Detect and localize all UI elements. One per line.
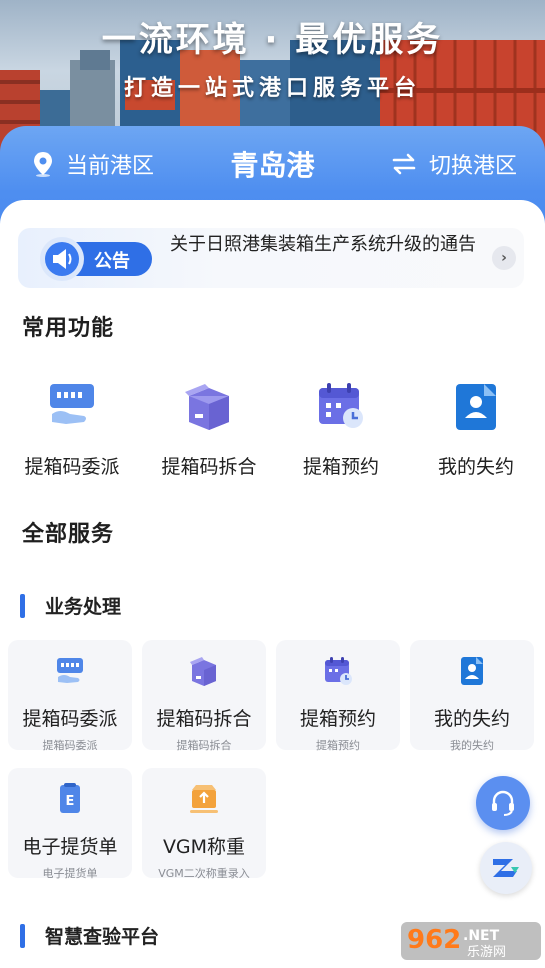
site-watermark: 962 .NET 乐游网	[401, 922, 541, 960]
assistant-logo-icon	[493, 859, 519, 877]
section-accent-bar	[20, 593, 25, 618]
watermark-net: .NET	[463, 928, 500, 944]
customer-service-button[interactable]	[476, 776, 530, 830]
service-card-label: 我的失约	[433, 708, 510, 730]
service-card-sublabel: 电子提货单	[42, 867, 98, 880]
package-upload-icon	[190, 785, 218, 813]
chevron-right-icon[interactable]: ›	[492, 246, 516, 270]
service-card-sublabel: 提箱码拆合	[176, 739, 232, 752]
ticket-icon	[57, 658, 83, 683]
inspection-section-title: 智慧查验平台	[45, 926, 160, 948]
service-card-sublabel: 我的失约	[450, 739, 494, 752]
user-doc-icon	[456, 384, 496, 430]
common-functions-title: 常用功能	[22, 316, 115, 341]
switch-port-button[interactable]: 切换港区	[391, 148, 517, 180]
service-card-sublabel: VGM二次称重录入	[158, 867, 250, 880]
section-accent-bar	[20, 923, 25, 948]
common-item-pickup-reservation[interactable]: 提箱预约	[273, 378, 409, 479]
service-card-vgm-weighing[interactable]: VGM称重 VGM二次称重录入	[142, 768, 266, 880]
notice-bar[interactable]: 公告 关于日照港集装箱生产系统升级的通告 ›	[18, 228, 524, 288]
calendar-icon	[325, 657, 352, 685]
calendar-icon	[319, 383, 363, 428]
banner-subtitle: 打造一站式港口服务平台	[123, 76, 421, 101]
common-item-label: 提箱预约	[302, 456, 379, 478]
ticket-icon	[50, 384, 94, 424]
service-card-sublabel: 提箱预约	[316, 739, 360, 752]
service-card-label: 提箱码委派	[22, 708, 118, 730]
e-document-icon: E	[60, 783, 80, 813]
service-card-pickup-code-split[interactable]: 提箱码拆合 提箱码拆合	[142, 640, 266, 752]
business-section-header: 业务处理	[20, 592, 121, 619]
location-pin-icon	[34, 152, 52, 177]
notice-text: 关于日照港集装箱生产系统升级的通告	[170, 234, 476, 255]
service-card-label: 提箱码拆合	[156, 708, 252, 730]
common-item-pickup-code-delegate[interactable]: 提箱码委派	[4, 378, 140, 479]
service-card-e-delivery-order[interactable]: E 电子提货单 电子提货单	[8, 768, 132, 880]
common-item-label: 我的失约	[437, 456, 514, 478]
current-port-label: 当前港区	[66, 154, 155, 179]
svg-text:962: 962	[407, 925, 461, 955]
user-doc-icon	[461, 657, 483, 685]
business-section-title: 业务处理	[45, 596, 122, 618]
service-card-pickup-reservation[interactable]: 提箱预约 提箱预约	[276, 640, 400, 752]
service-card-sublabel: 提箱码委派	[42, 739, 98, 752]
service-card-label: 电子提货单	[22, 836, 118, 858]
current-port[interactable]: 当前港区	[32, 148, 154, 180]
common-item-pickup-code-split[interactable]: 提箱码拆合	[141, 378, 277, 479]
inspection-section-header: 智慧查验平台	[20, 922, 159, 949]
switch-port-label: 切换港区	[428, 154, 517, 179]
common-functions: 提箱码委派 提箱码拆合 提箱预约 我的失约	[0, 378, 545, 478]
service-card-label: VGM称重	[162, 836, 246, 858]
watermark-sub: 乐游网	[467, 945, 506, 960]
common-item-label: 提箱码拆合	[161, 456, 257, 478]
headset-icon	[492, 790, 514, 816]
assistant-button[interactable]	[480, 842, 532, 894]
service-card-label: 提箱预约	[299, 708, 376, 730]
svg-text:E: E	[66, 794, 75, 809]
banner-title: 一流环境 · 最优服务	[101, 20, 444, 60]
swap-icon	[392, 153, 416, 175]
notice-badge-label: 公告	[94, 251, 130, 272]
common-item-label: 提箱码委派	[24, 456, 120, 478]
common-item-my-missed[interactable]: 我的失约	[408, 378, 544, 479]
box-icon	[190, 657, 216, 686]
service-card-my-missed[interactable]: 我的失约 我的失约	[410, 640, 534, 752]
box-icon	[185, 384, 229, 430]
service-card-pickup-code-delegate[interactable]: 提箱码委派 提箱码委派	[8, 640, 132, 752]
all-services-title: 全部服务	[22, 522, 115, 547]
